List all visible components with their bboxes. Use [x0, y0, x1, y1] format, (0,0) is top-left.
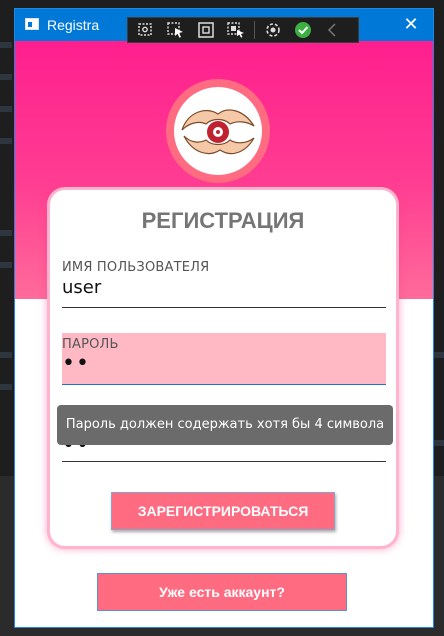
track-focus-icon[interactable] — [224, 20, 248, 40]
password-tooltip: Пароль должен содержать хотя бы 4 символ… — [57, 405, 393, 445]
hot-reload-icon[interactable] — [261, 20, 285, 40]
registration-card: РЕГИСТРАЦИЯ ИМЯ ПОЛЬЗОВАТЕЛЯ user ПАРОЛЬ… — [47, 187, 399, 549]
password-field[interactable]: ПАРОЛЬ •• — [62, 333, 386, 385]
register-button[interactable]: ЗАРЕГИСТРИРОВАТЬСЯ — [111, 492, 335, 530]
have-account-button[interactable]: Уже есть аккаунт? — [97, 573, 347, 611]
close-button[interactable]: ✕ — [399, 13, 423, 37]
hands-heart-icon — [174, 87, 262, 175]
registration-window: Registra ✕ РЕГИСТРАЦИЯ ИМЯ ПОЛЬЗОВАТЕЛЯ … — [14, 8, 434, 628]
page-title: РЕГИСТРАЦИЯ — [141, 208, 305, 233]
app-icon — [25, 18, 39, 30]
username-field[interactable]: ИМЯ ПОЛЬЗОВАТЕЛЯ user — [62, 260, 386, 308]
logo — [166, 79, 270, 183]
window-content: РЕГИСТРАЦИЯ ИМЯ ПОЛЬЗОВАТЕЛЯ user ПАРОЛЬ… — [15, 41, 433, 627]
display-layout-icon[interactable] — [194, 20, 218, 40]
inspect-icon[interactable] — [134, 20, 158, 40]
debug-toolbar — [127, 17, 359, 43]
select-element-icon[interactable] — [164, 20, 188, 40]
username-input[interactable]: user — [62, 277, 386, 298]
window-title: Registra — [47, 17, 100, 33]
check-icon[interactable] — [291, 20, 315, 40]
password-input[interactable]: •• — [62, 353, 386, 375]
username-label: ИМЯ ПОЛЬЗОВАТЕЛЯ — [62, 260, 210, 275]
collapse-chevron-icon[interactable] — [321, 20, 345, 40]
password-label: ПАРОЛЬ — [62, 337, 119, 352]
